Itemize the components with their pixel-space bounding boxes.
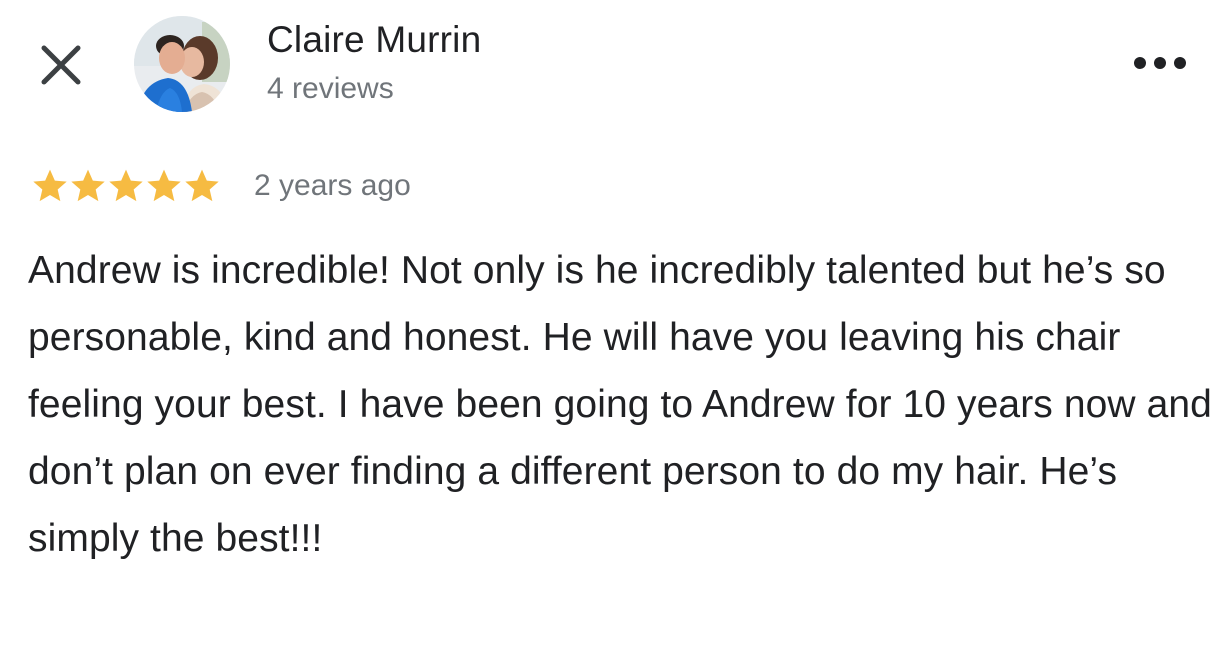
star-icon — [185, 169, 219, 202]
star-icon — [147, 169, 181, 202]
reviewer-info: Claire Murrin 4 reviews — [267, 18, 481, 109]
avatar[interactable] — [134, 16, 230, 112]
review-date: 2 years ago — [254, 169, 411, 202]
more-options-button[interactable] — [1130, 48, 1190, 78]
close-button[interactable] — [34, 38, 88, 92]
profile-photo — [134, 16, 230, 112]
review-text: Andrew is incredible! Not only is he inc… — [28, 249, 1212, 560]
rating-row: 2 years ago — [30, 164, 411, 208]
star-icon — [33, 169, 67, 202]
star-icon — [71, 169, 105, 202]
close-icon — [41, 45, 81, 85]
reviewer-name[interactable]: Claire Murrin — [267, 18, 481, 62]
star-icon — [109, 169, 143, 202]
reviewer-review-count[interactable]: 4 reviews — [267, 69, 481, 109]
star-rating — [30, 166, 220, 206]
more-options-icon — [1134, 57, 1186, 69]
